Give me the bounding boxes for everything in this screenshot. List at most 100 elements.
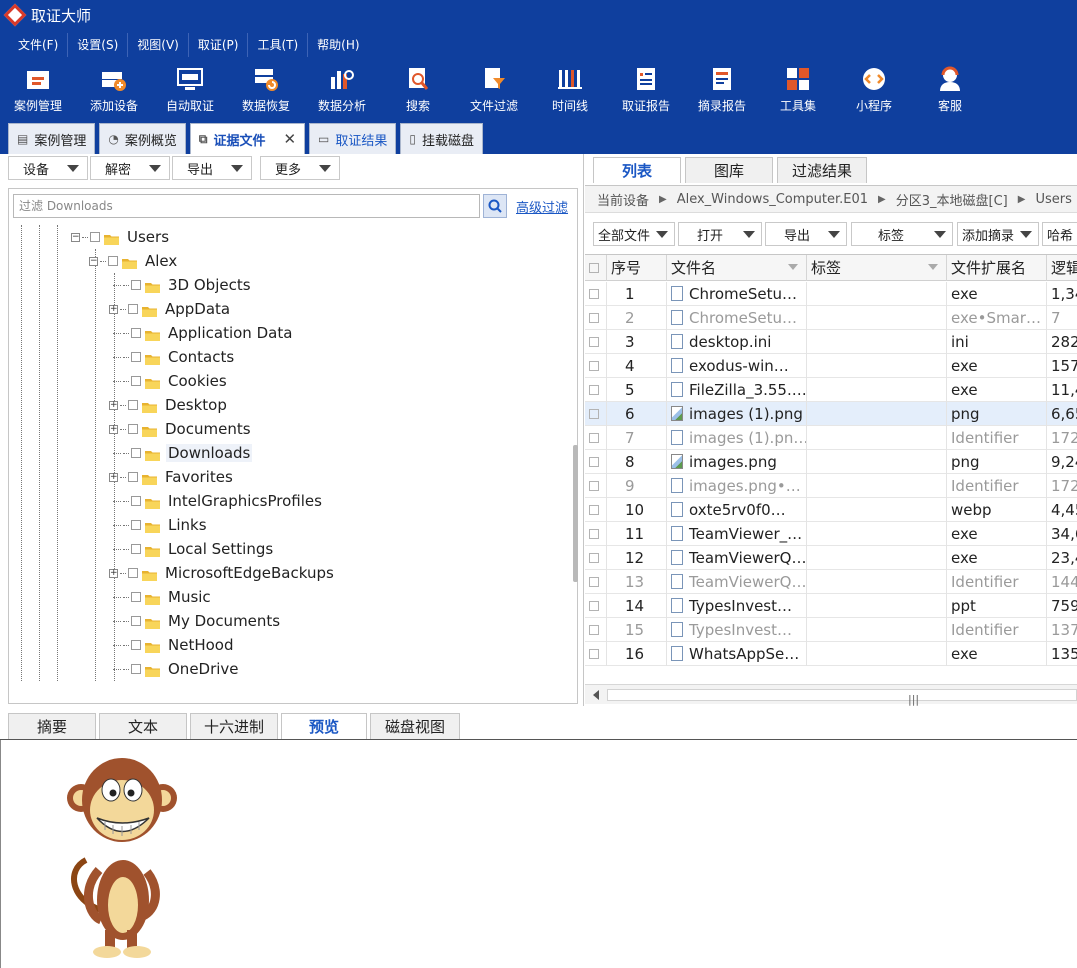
tree-node[interactable]: Music	[109, 585, 213, 609]
table-row[interactable]: 5 FileZilla_3.55.… exe11,4	[585, 378, 1077, 402]
checkbox[interactable]	[589, 289, 599, 299]
checkbox[interactable]	[589, 313, 599, 323]
table-row[interactable]: 6 images (1).png png6,65	[585, 402, 1077, 426]
scroll-thumb[interactable]: |||	[607, 689, 1077, 706]
checkbox[interactable]	[131, 616, 141, 626]
collapse-icon[interactable]: −	[71, 232, 80, 242]
tab-list[interactable]: 列表	[593, 157, 681, 183]
checkbox[interactable]	[589, 409, 599, 419]
tab-case-overview[interactable]: ◔ 案例概览	[99, 123, 186, 154]
menu-view[interactable]: 视图(V)	[127, 32, 188, 57]
checkbox[interactable]	[128, 304, 138, 314]
breadcrumb-item[interactable]: 当前设备	[597, 190, 649, 209]
export-dropdown[interactable]: 导出	[172, 156, 252, 180]
toolbar-case-management-button[interactable]: 案例管理	[0, 59, 76, 120]
toolbar-forensic-report-button[interactable]: 取证报告	[608, 59, 684, 120]
checkbox[interactable]	[589, 553, 599, 563]
tree-node[interactable]: IntelGraphicsProfiles	[109, 489, 324, 513]
checkbox[interactable]	[131, 376, 141, 386]
tree-node[interactable]: + AppData	[109, 297, 232, 321]
tab-hex[interactable]: 十六进制	[190, 713, 278, 739]
checkbox[interactable]	[131, 592, 141, 602]
tab-text[interactable]: 文本	[99, 713, 187, 739]
checkbox[interactable]	[589, 601, 599, 611]
tree-node[interactable]: NetHood	[109, 633, 236, 657]
tree-node[interactable]: 3D Objects	[109, 273, 253, 297]
checkbox[interactable]	[589, 649, 599, 659]
header-filename[interactable]: 文件名	[667, 255, 807, 281]
checkbox[interactable]	[589, 433, 599, 443]
table-row[interactable]: 15 TypesInvest… Identifier 137	[585, 618, 1077, 642]
collapse-icon[interactable]: −	[89, 256, 98, 266]
header-index[interactable]: 序号	[607, 255, 667, 281]
checkbox[interactable]	[589, 385, 599, 395]
tree-node[interactable]: OneDrive	[109, 657, 241, 681]
checkbox[interactable]	[131, 640, 141, 650]
checkbox[interactable]	[131, 520, 141, 530]
toolbar-toolset-button[interactable]: 工具集	[760, 59, 836, 120]
toolbar-add-device-button[interactable]: 添加设备	[76, 59, 152, 120]
add-excerpt-dropdown[interactable]: 添加摘录	[957, 222, 1039, 246]
tree-node[interactable]: − Alex	[89, 249, 179, 273]
expand-icon[interactable]: +	[109, 472, 118, 482]
tree-node[interactable]: Contacts	[109, 345, 236, 369]
table-row[interactable]: 14 TypesInvest… ppt759,	[585, 594, 1077, 618]
checkbox[interactable]	[589, 577, 599, 587]
close-icon[interactable]: ✕	[283, 130, 296, 148]
table-row[interactable]: 13 TeamViewerQ… Identifier 144	[585, 570, 1077, 594]
tab-preview[interactable]: 预览	[281, 713, 367, 739]
tree-node[interactable]: + Favorites	[109, 465, 235, 489]
tab-case-management[interactable]: ▤ 案例管理	[8, 123, 96, 154]
checkbox[interactable]	[589, 481, 599, 491]
checkbox[interactable]	[589, 457, 599, 467]
advanced-filter-link[interactable]: 高级过滤	[516, 197, 568, 216]
checkbox[interactable]	[589, 337, 599, 347]
toolbar-excerpt-report-button[interactable]: 摘录报告	[684, 59, 760, 120]
tag-dropdown[interactable]: 标签	[851, 222, 953, 246]
checkbox[interactable]	[589, 505, 599, 515]
checkbox[interactable]	[90, 232, 100, 242]
menu-forensics[interactable]: 取证(P)	[187, 32, 248, 57]
tree-node[interactable]: Application Data	[109, 321, 294, 345]
tree-node[interactable]: + Desktop	[109, 393, 229, 417]
open-dropdown[interactable]: 打开	[678, 222, 762, 246]
tree-vertical-scrollbar[interactable]	[573, 445, 578, 582]
header-select-all[interactable]	[585, 255, 607, 281]
checkbox[interactable]	[131, 544, 141, 554]
menu-help[interactable]: 帮助(H)	[307, 32, 368, 57]
toolbar-auto-forensics-button[interactable]: 自动取证	[152, 59, 228, 120]
breadcrumb-item[interactable]: 分区3_本地磁盘[C]	[896, 190, 1008, 209]
checkbox[interactable]	[589, 625, 599, 635]
breadcrumb-item[interactable]: Users	[1035, 192, 1071, 207]
table-row[interactable]: 4 exodus-win… exe157,	[585, 354, 1077, 378]
table-row[interactable]: 10 oxte5rv0f0… webp4,45	[585, 498, 1077, 522]
tree-node[interactable]: Cookies	[109, 369, 229, 393]
menu-file[interactable]: 文件(F)	[9, 33, 67, 57]
table-row[interactable]: 1 ChromeSetu… exe1,34	[585, 282, 1077, 306]
search-button[interactable]	[483, 194, 507, 218]
toolbar-timeline-button[interactable]: 时间线	[532, 59, 608, 120]
decrypt-dropdown[interactable]: 解密	[90, 156, 170, 180]
export-files-dropdown[interactable]: 导出	[765, 222, 847, 246]
checkbox[interactable]	[128, 424, 138, 434]
tree-node[interactable]: Local Settings	[109, 537, 275, 561]
menu-settings[interactable]: 设置(S)	[67, 32, 127, 57]
checkbox[interactable]	[589, 361, 599, 371]
tree-node[interactable]: + MicrosoftEdgeBackups	[109, 561, 336, 585]
scroll-left-icon[interactable]	[593, 690, 599, 700]
tree-node[interactable]: + Documents	[109, 417, 253, 441]
toolbar-mini-program-button[interactable]: 小程序	[836, 59, 912, 120]
checkbox[interactable]	[128, 472, 138, 482]
table-row[interactable]: 9 images.png•… Identifier 172	[585, 474, 1077, 498]
tab-summary[interactable]: 摘要	[8, 713, 96, 739]
filter-input[interactable]: 过滤 Downloads	[13, 194, 480, 218]
breadcrumb-item[interactable]: Alex_Windows_Computer.E01	[677, 192, 868, 207]
expand-icon[interactable]: +	[109, 568, 118, 578]
checkbox[interactable]	[108, 256, 118, 266]
header-extension[interactable]: 文件扩展名	[947, 255, 1047, 281]
checkbox[interactable]	[131, 328, 141, 338]
toolbar-data-analysis-button[interactable]: 数据分析	[304, 59, 380, 120]
menu-tools[interactable]: 工具(T)	[247, 32, 307, 57]
table-row[interactable]: 12 TeamViewerQ… exe23,4	[585, 546, 1077, 570]
tab-filter-results[interactable]: 过滤结果	[777, 157, 867, 183]
